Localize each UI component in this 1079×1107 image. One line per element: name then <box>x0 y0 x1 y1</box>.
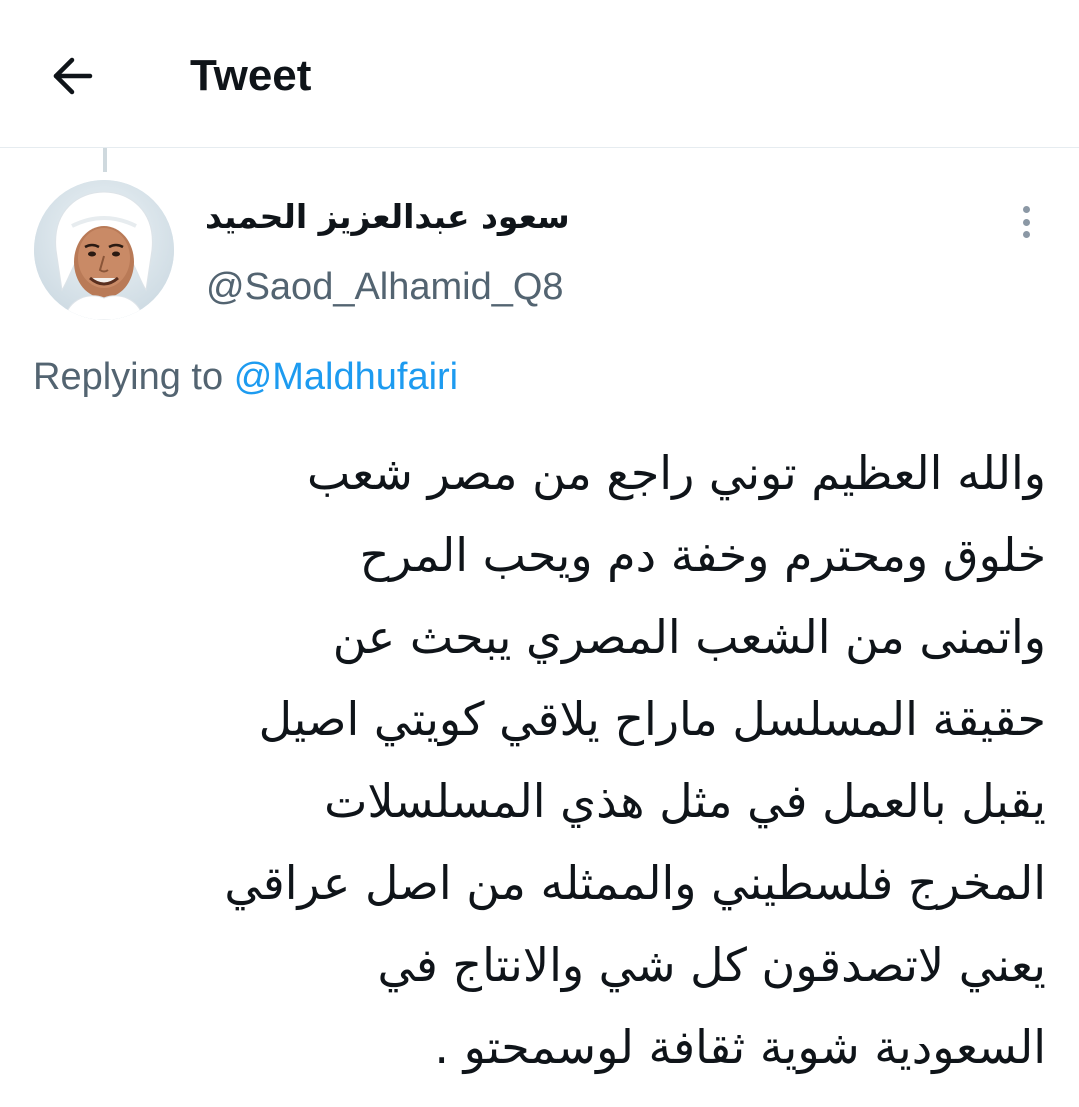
tweet-text-line: يقبل بالعمل في مثل هذي المسلسلات <box>324 774 1046 828</box>
tweet-text-line: خلوق ومحترم وخفة دم ويحب المرح <box>359 528 1046 582</box>
top-header: Tweet <box>0 0 1079 148</box>
arrow-left-icon <box>53 57 93 95</box>
back-button[interactable] <box>46 50 98 102</box>
author-handle[interactable]: @Saod_Alhamid_Q8 <box>206 262 564 312</box>
replying-to-user-link[interactable]: @Maldhufairi <box>234 356 458 398</box>
tweet-text-line: حقيقة المسلسل ماراح يلاقي كويتي اصيل <box>258 692 1046 746</box>
replying-to: Replying to @Maldhufairi <box>33 352 458 402</box>
replying-to-prefix: Replying to <box>33 356 224 398</box>
more-options-button[interactable] <box>1008 200 1044 244</box>
more-vertical-icon <box>1022 206 1030 238</box>
tweet-text-line: يعني لاتصدقون كل شي والانتاج في <box>377 938 1046 992</box>
profile-photo <box>34 180 174 320</box>
tweet-text: والله العظيم توني راجع من مصر شعب خلوق و… <box>34 432 1046 1088</box>
tweet-text-line: والله العظيم توني راجع من مصر شعب <box>307 446 1046 500</box>
tweet-text-line: السعودية شوية ثقافة لوسمحتو . <box>434 1020 1046 1074</box>
avatar[interactable] <box>34 180 174 320</box>
author-display-name[interactable]: سعود عبدالعزيز الحميد <box>205 192 585 242</box>
thread-connector-line <box>103 148 107 172</box>
tweet-text-line: المخرج فلسطيني والممثله من اصل عراقي <box>224 856 1046 910</box>
author-display-name-text: سعود عبدالعزيز الحميد <box>205 197 570 236</box>
tweet-text-line: واتمنى من الشعب المصري يبحث عن <box>332 610 1046 664</box>
page-title: Tweet <box>190 51 312 100</box>
